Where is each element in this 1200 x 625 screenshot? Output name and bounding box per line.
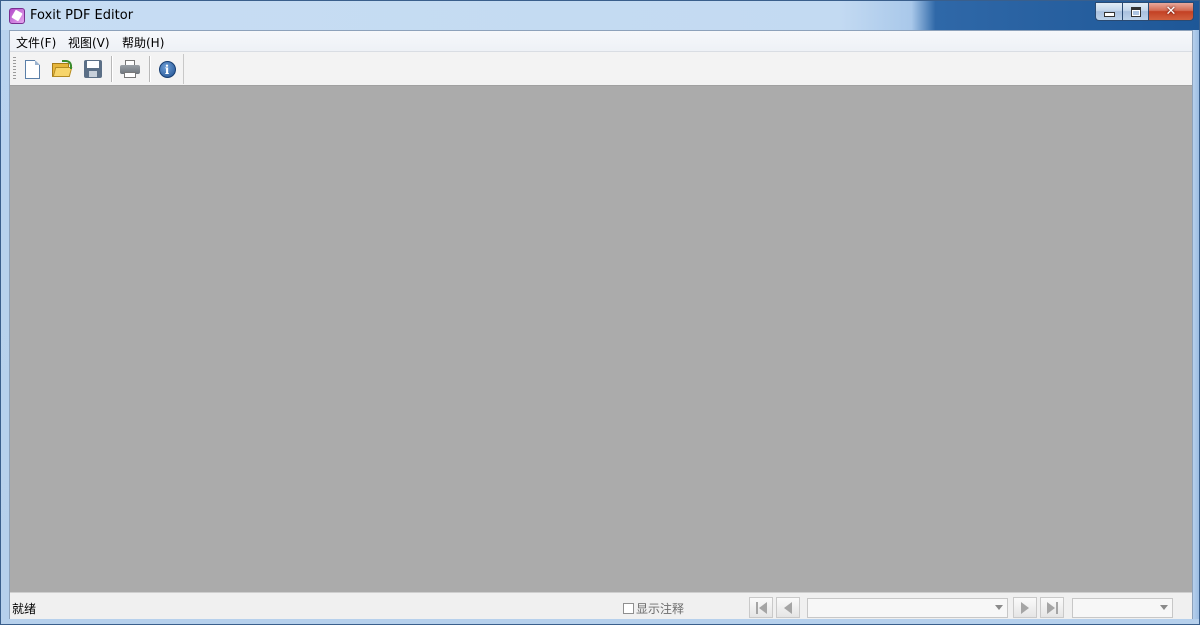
previous-page-button[interactable]: [776, 597, 800, 618]
toolbar-separator: [111, 56, 113, 82]
window-right-border: [1193, 30, 1199, 619]
open-folder-icon: [52, 60, 73, 78]
status-bar: 就绪 显示注释: [10, 592, 1192, 619]
first-page-button[interactable]: [749, 597, 773, 618]
status-text: 就绪: [12, 602, 37, 616]
last-page-button[interactable]: [1040, 597, 1064, 618]
app-window: Foxit PDF Editor ✕ 文件(F) 视图(V) 帮助(H) i 就…: [0, 0, 1200, 625]
chevron-down-icon[interactable]: [1160, 605, 1168, 610]
menu-view[interactable]: 视图(V): [68, 34, 110, 51]
caption-buttons: ✕: [1095, 2, 1194, 22]
print-icon: [120, 60, 140, 78]
window-title: Foxit PDF Editor: [30, 8, 134, 23]
maximize-icon: [1130, 6, 1141, 17]
minimize-icon: [1103, 12, 1115, 17]
menu-help[interactable]: 帮助(H): [122, 34, 164, 51]
minimize-button[interactable]: [1095, 2, 1122, 21]
new-document-button[interactable]: [19, 56, 45, 82]
show-annotations-label: 显示注释: [636, 602, 685, 616]
last-page-icon: [1046, 601, 1058, 614]
client-area: 文件(F) 视图(V) 帮助(H) i 就绪 显示注释: [9, 30, 1193, 619]
toolbar-grip-handle[interactable]: [13, 57, 16, 80]
previous-page-icon: [784, 601, 792, 614]
toolbar: i: [10, 52, 1192, 86]
toolbar-separator: [149, 56, 151, 82]
chevron-down-icon[interactable]: [995, 605, 1003, 610]
next-page-icon: [1021, 601, 1029, 614]
menu-file[interactable]: 文件(F): [16, 34, 56, 51]
zoom-select[interactable]: [1072, 598, 1173, 618]
show-annotations-toggle[interactable]: 显示注释: [623, 600, 684, 617]
about-button[interactable]: i: [154, 56, 180, 82]
first-page-icon: [755, 601, 767, 614]
toolbar-end-divider: [183, 54, 184, 84]
save-disk-icon: [84, 60, 102, 78]
close-button[interactable]: ✕: [1148, 2, 1194, 21]
close-icon: ✕: [1165, 4, 1177, 19]
open-file-button[interactable]: [49, 56, 75, 82]
page-number-input[interactable]: [807, 598, 1008, 618]
menu-bar: 文件(F) 视图(V) 帮助(H): [10, 31, 1192, 52]
maximize-button[interactable]: [1122, 2, 1148, 21]
document-view-area[interactable]: [10, 86, 1192, 592]
info-icon: i: [158, 60, 176, 78]
print-button[interactable]: [117, 56, 143, 82]
title-bar[interactable]: Foxit PDF Editor ✕: [1, 1, 1199, 30]
new-document-icon: [24, 59, 40, 79]
foxit-pdf-icon[interactable]: [9, 8, 25, 24]
show-annotations-checkbox[interactable]: [623, 603, 634, 614]
save-button[interactable]: [80, 56, 106, 82]
next-page-button[interactable]: [1013, 597, 1037, 618]
